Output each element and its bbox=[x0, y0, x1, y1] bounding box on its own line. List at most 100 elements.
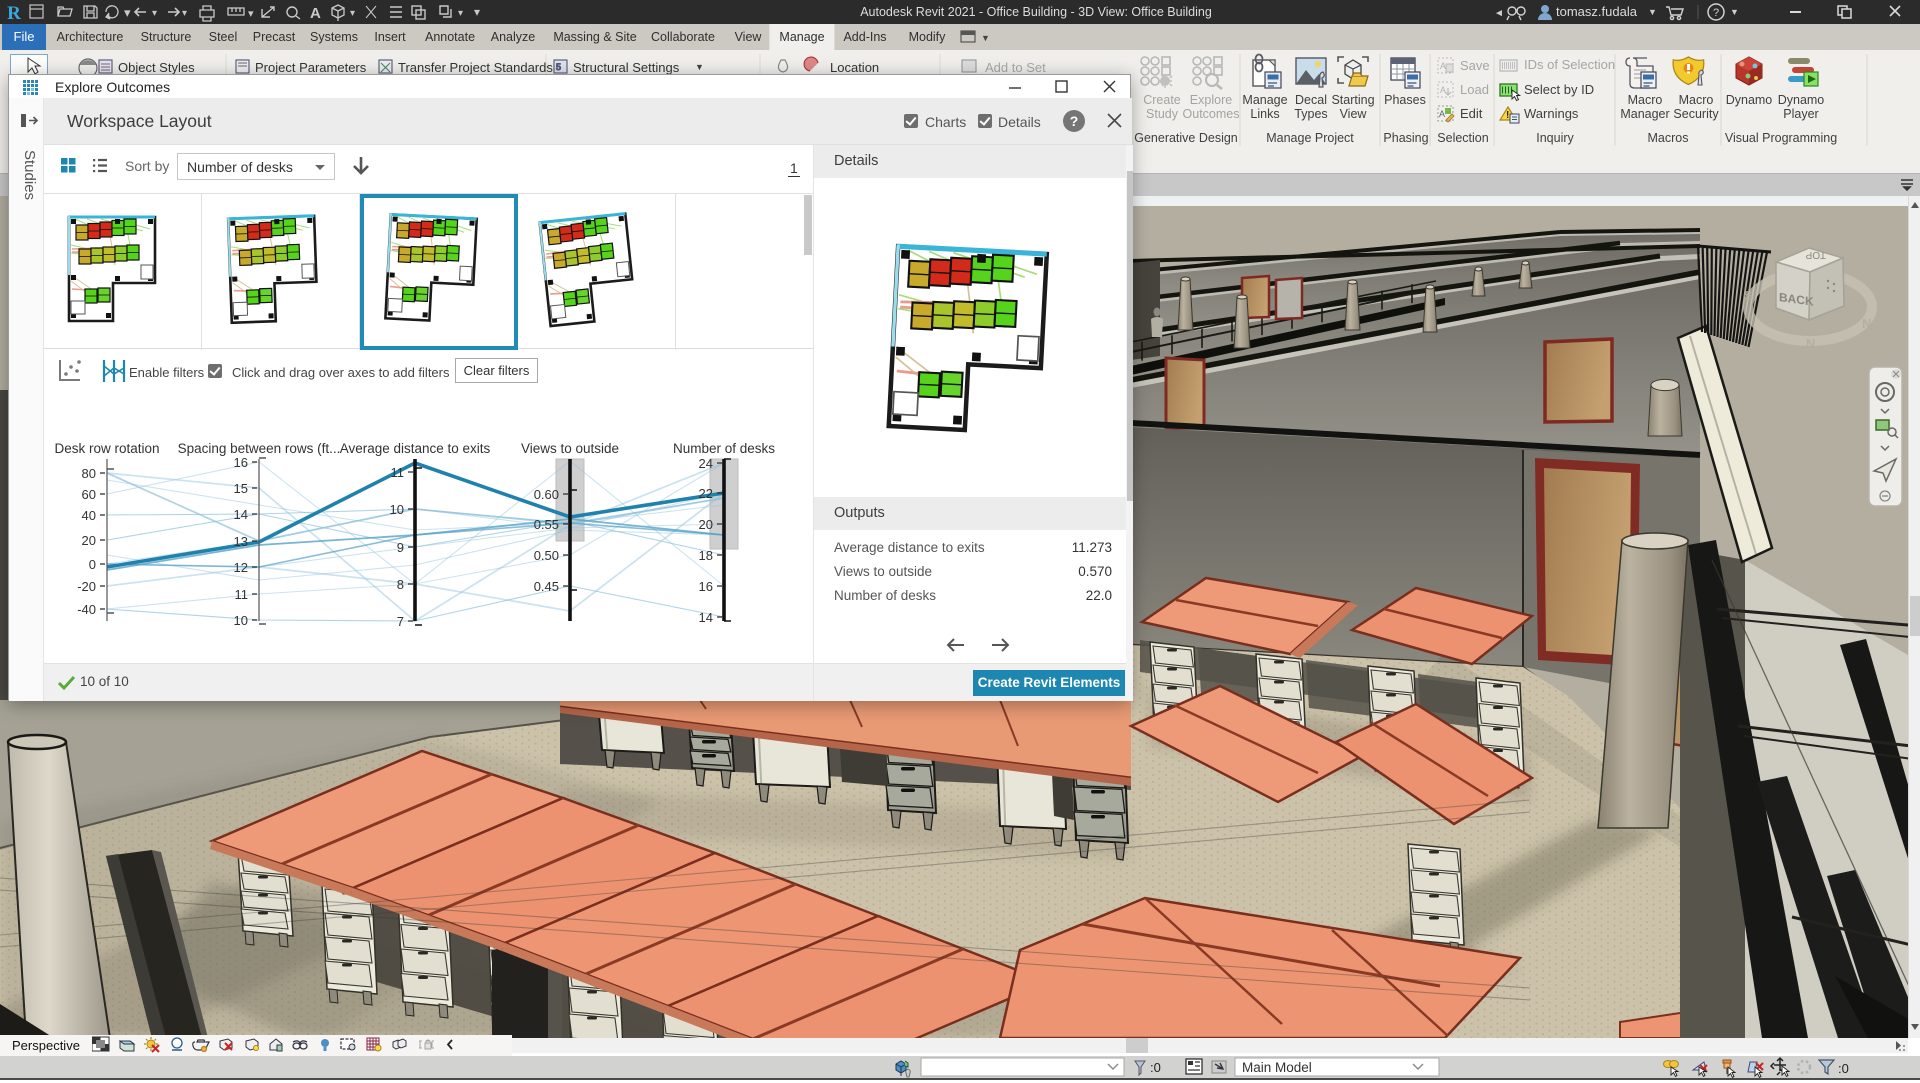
svg-text:5: 5 bbox=[556, 62, 561, 72]
svg-text:!: ! bbox=[1506, 110, 1509, 121]
svg-text:Player: Player bbox=[1783, 107, 1818, 121]
svg-text:Phases: Phases bbox=[1384, 93, 1426, 107]
svg-text:▾: ▾ bbox=[350, 8, 355, 19]
svg-text:20: 20 bbox=[82, 533, 96, 548]
svg-text:Location: Location bbox=[830, 60, 879, 75]
svg-text:R: R bbox=[7, 3, 21, 24]
svg-text:Dynamo: Dynamo bbox=[1726, 93, 1773, 107]
svg-text:16: 16 bbox=[234, 455, 248, 470]
svg-text:▾: ▾ bbox=[182, 8, 187, 19]
svg-text:Decal: Decal bbox=[1295, 93, 1327, 107]
svg-text:10: 10 bbox=[390, 502, 404, 517]
svg-text:▾: ▾ bbox=[248, 8, 254, 20]
svg-text:A: A bbox=[310, 5, 321, 22]
svg-text:-40: -40 bbox=[77, 602, 96, 617]
svg-text:▾: ▾ bbox=[124, 5, 131, 20]
svg-text:22: 22 bbox=[699, 486, 713, 501]
svg-text:Spacing between rows (ft...: Spacing between rows (ft... bbox=[178, 441, 341, 456]
svg-text:Manager: Manager bbox=[1620, 107, 1669, 121]
svg-text:A: A bbox=[1440, 61, 1446, 71]
svg-text:View: View bbox=[1340, 107, 1368, 121]
svg-text:S: S bbox=[1744, 288, 1753, 303]
svg-text:Edit: Edit bbox=[1460, 106, 1483, 121]
svg-text:18: 18 bbox=[699, 548, 713, 563]
svg-text:Number of desks: Number of desks bbox=[673, 441, 775, 456]
svg-text:Macro: Macro bbox=[1628, 93, 1663, 107]
svg-text:Generative Design: Generative Design bbox=[1134, 131, 1238, 145]
svg-text:16: 16 bbox=[699, 579, 713, 594]
svg-text:Warnings: Warnings bbox=[1524, 106, 1579, 121]
svg-text:12: 12 bbox=[234, 560, 248, 575]
svg-text:Types: Types bbox=[1294, 107, 1327, 121]
svg-text:Views to outside: Views to outside bbox=[521, 441, 619, 456]
svg-text:Macros: Macros bbox=[1648, 131, 1689, 145]
svg-text:IDs of Selection: IDs of Selection bbox=[1524, 57, 1615, 72]
svg-text:▼: ▼ bbox=[1648, 7, 1657, 17]
svg-text:Links: Links bbox=[1250, 107, 1279, 121]
svg-text:Main Model: Main Model bbox=[1242, 1060, 1312, 1075]
svg-text:Selection: Selection bbox=[1437, 131, 1488, 145]
svg-text:11: 11 bbox=[235, 587, 249, 602]
svg-text:Security: Security bbox=[1673, 107, 1719, 121]
svg-text:?: ? bbox=[1713, 7, 1719, 19]
svg-text:Autodesk Revit 2021 - Office B: Autodesk Revit 2021 - Office Building - … bbox=[860, 5, 1212, 19]
svg-text:Transfer Project Standards: Transfer Project Standards bbox=[398, 60, 553, 75]
svg-text:▼: ▼ bbox=[981, 33, 990, 43]
svg-text:Phasing: Phasing bbox=[1383, 131, 1428, 145]
svg-text:10: 10 bbox=[234, 613, 248, 628]
svg-text:TOP: TOP bbox=[1805, 249, 1826, 260]
svg-text:40: 40 bbox=[82, 508, 96, 523]
svg-text:Select by ID: Select by ID bbox=[1524, 82, 1594, 97]
svg-text:Load: Load bbox=[1460, 82, 1489, 97]
svg-text:tomasz.fudala: tomasz.fudala bbox=[1556, 4, 1638, 19]
svg-text:Manage Project: Manage Project bbox=[1266, 131, 1354, 145]
svg-text:Create: Create bbox=[1143, 93, 1181, 107]
svg-text:▼: ▼ bbox=[695, 62, 704, 72]
svg-text:Inquiry: Inquiry bbox=[1536, 131, 1574, 145]
svg-text:13: 13 bbox=[234, 534, 248, 549]
svg-text:-20: -20 bbox=[77, 579, 96, 594]
svg-text:▾: ▾ bbox=[152, 8, 157, 19]
svg-text:Dynamo: Dynamo bbox=[1778, 93, 1825, 107]
svg-text:15: 15 bbox=[234, 481, 248, 496]
svg-text:Study: Study bbox=[1146, 107, 1179, 121]
svg-text:0: 0 bbox=[89, 557, 96, 572]
svg-text:Outcomes: Outcomes bbox=[1183, 107, 1240, 121]
svg-text::0: :0 bbox=[1150, 1060, 1161, 1075]
svg-text:▼: ▼ bbox=[1730, 7, 1739, 17]
svg-text:11: 11 bbox=[391, 465, 405, 480]
svg-text:Save: Save bbox=[1460, 58, 1490, 73]
svg-text:N: N bbox=[1806, 336, 1815, 351]
svg-text:20: 20 bbox=[699, 517, 713, 532]
svg-text:0.50: 0.50 bbox=[534, 548, 559, 563]
svg-text:Macro: Macro bbox=[1679, 93, 1714, 107]
svg-text:N: N bbox=[1862, 316, 1871, 331]
svg-text:Structural Settings: Structural Settings bbox=[573, 60, 680, 75]
svg-text:0.55: 0.55 bbox=[534, 517, 559, 532]
svg-text:A: A bbox=[1440, 85, 1446, 95]
svg-text:60: 60 bbox=[82, 487, 96, 502]
svg-text:Object Styles: Object Styles bbox=[118, 60, 195, 75]
svg-text:14: 14 bbox=[699, 610, 713, 625]
svg-text:A: A bbox=[1439, 109, 1445, 119]
svg-text:80: 80 bbox=[82, 466, 96, 481]
svg-text:24: 24 bbox=[699, 456, 713, 471]
svg-text:7: 7 bbox=[397, 614, 404, 629]
svg-text:◄: ◄ bbox=[1494, 8, 1504, 19]
svg-text:▾: ▾ bbox=[458, 8, 463, 19]
svg-text:14: 14 bbox=[234, 507, 248, 522]
svg-text:Project Parameters: Project Parameters bbox=[255, 60, 367, 75]
svg-text:Visual Programming: Visual Programming bbox=[1725, 131, 1837, 145]
svg-text::0: :0 bbox=[1838, 1061, 1849, 1076]
svg-text:Starting: Starting bbox=[1331, 93, 1374, 107]
svg-text:Explore: Explore bbox=[1190, 93, 1232, 107]
svg-text:9: 9 bbox=[397, 540, 404, 555]
svg-text:Add to Set: Add to Set bbox=[985, 60, 1046, 75]
svg-text:Desk row rotation: Desk row rotation bbox=[54, 441, 159, 456]
svg-text:8: 8 bbox=[397, 577, 404, 592]
svg-text:▾: ▾ bbox=[474, 5, 480, 19]
svg-text:0.60: 0.60 bbox=[534, 487, 559, 502]
svg-text:0.45: 0.45 bbox=[534, 579, 559, 594]
svg-text:Manage: Manage bbox=[1242, 93, 1287, 107]
svg-text:Average distance to exits: Average distance to exits bbox=[340, 441, 491, 456]
